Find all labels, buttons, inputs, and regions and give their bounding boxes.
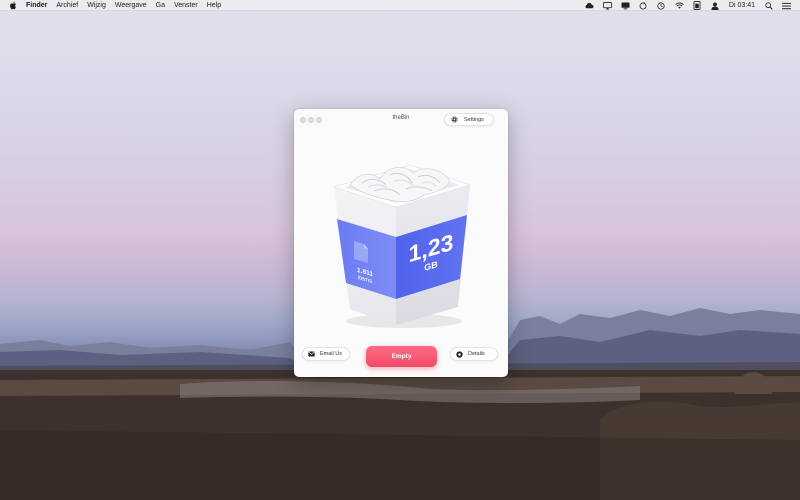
menu-bar: Finder Archief Wijzig Weergave Ga Venste… [0, 0, 800, 11]
menu-clock[interactable]: Di 03:41 [729, 2, 755, 9]
info-icon [456, 350, 463, 358]
email-us-label: Email Us [320, 351, 343, 357]
battery-icon[interactable] [693, 1, 702, 10]
close-window-button[interactable] [300, 117, 306, 123]
settings-button[interactable]: Settings [444, 113, 494, 126]
user-icon[interactable] [711, 1, 720, 10]
menu-weergave[interactable]: Weergave [115, 0, 147, 11]
menu-finder[interactable]: Finder [26, 0, 47, 11]
desert-ground [0, 370, 800, 500]
app-window: theBin Settings 1,23 GB 1.811 items Emai… [294, 109, 508, 377]
details-button[interactable]: Details [450, 347, 498, 361]
details-label: Details [468, 351, 485, 357]
menu-help[interactable]: Help [207, 0, 221, 11]
cloud-icon[interactable] [585, 2, 594, 10]
display-icon[interactable] [621, 1, 630, 10]
window-titlebar[interactable]: theBin Settings [294, 109, 508, 131]
empty-button[interactable]: Empty [366, 346, 437, 367]
menu-wijzig[interactable]: Wijzig [87, 0, 106, 11]
sync-icon[interactable] [639, 1, 648, 10]
airplay-icon[interactable] [603, 1, 612, 10]
envelope-icon [308, 351, 315, 358]
email-us-button[interactable]: Email Us [302, 347, 350, 361]
zoom-window-button[interactable] [316, 117, 322, 123]
notification-center-icon[interactable] [782, 2, 791, 10]
minimize-window-button[interactable] [308, 117, 314, 123]
apple-icon[interactable] [9, 1, 17, 10]
menu-ga[interactable]: Ga [156, 0, 165, 11]
menu-archief[interactable]: Archief [56, 0, 78, 11]
wifi-icon[interactable] [675, 2, 684, 10]
window-title: theBin [392, 115, 410, 121]
menu-venster[interactable]: Venster [174, 0, 198, 11]
spotlight-search-icon[interactable] [764, 1, 773, 10]
status-area: Di 03:41 [585, 0, 800, 11]
settings-label: Settings [464, 116, 484, 123]
time-machine-icon[interactable] [657, 1, 666, 10]
trash-bin-illustration [332, 164, 472, 328]
gear-icon [451, 116, 458, 123]
